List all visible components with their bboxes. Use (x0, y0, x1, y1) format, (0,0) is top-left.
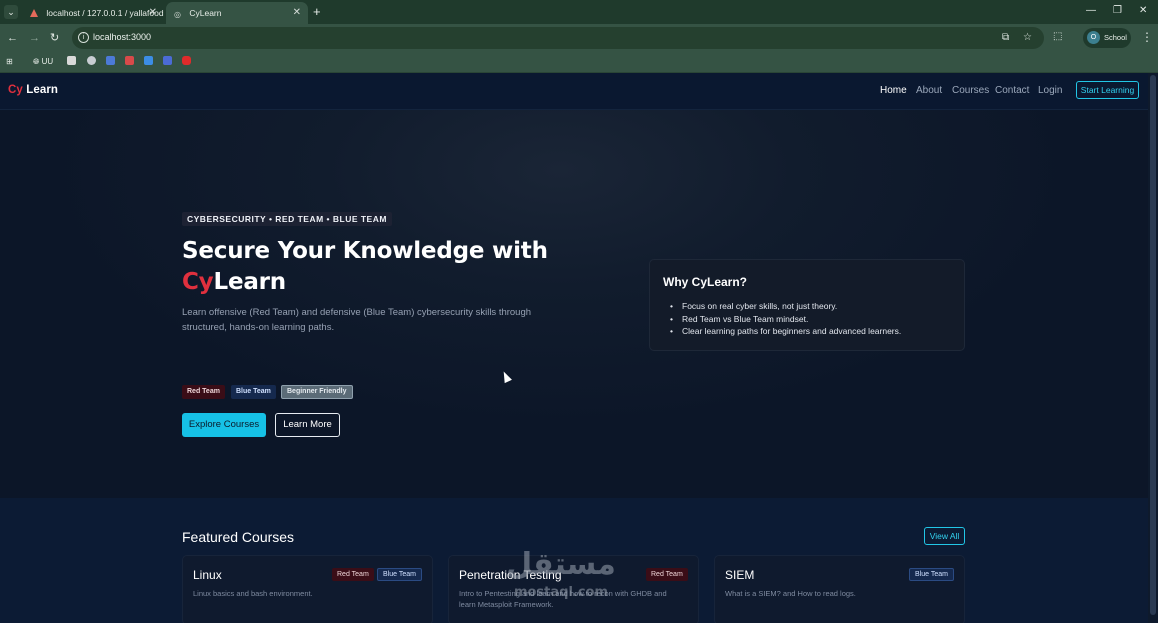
why-card-title: Why CyLearn? (663, 275, 748, 289)
hero-kicker: CYBERSECURITY • RED TEAM • BLUE TEAM (182, 212, 392, 226)
course-title: Linux (193, 568, 222, 582)
red-team-pill: Red Team (182, 385, 225, 399)
browser-menu-icon[interactable]: ⋮ (1141, 30, 1153, 44)
restore-icon[interactable]: ❐ (1113, 5, 1122, 16)
blue-team-tag: Blue Team (377, 568, 422, 581)
course-description: What is a SIEM? and How to read logs. (725, 589, 856, 598)
minimize-icon[interactable]: — (1086, 5, 1096, 16)
course-card-linux[interactable]: Linux Red Team Blue Team Linux basics an… (182, 555, 433, 623)
tab-title: localhost / 127.0.0.1 / yallafood (46, 8, 164, 18)
nav-courses[interactable]: Courses (952, 85, 989, 96)
why-point: Clear learning paths for beginners and a… (670, 325, 960, 338)
page-scrollbar[interactable] (1148, 73, 1158, 623)
bookmark-uu[interactable]: 🌐︎ UU (33, 56, 53, 68)
svg-text:mostaql.com: mostaql.com (514, 585, 608, 600)
explore-courses-button[interactable]: Explore Courses (182, 413, 266, 437)
browser-tab-cylearn[interactable]: ◎ CyLearn ✕ (166, 2, 308, 24)
bookmark-icon-6[interactable] (163, 56, 172, 68)
hero-title: Secure Your Knowledge with CyLearn (182, 236, 602, 298)
forward-icon[interactable]: → (29, 31, 40, 45)
bookmark-icon-5[interactable] (144, 56, 153, 68)
globe-icon: 🌐︎ (33, 57, 40, 66)
hero-title-learn: Learn (213, 269, 286, 295)
site-logo[interactable]: Cy Learn (8, 84, 58, 96)
image-icon (67, 56, 76, 65)
discord-icon (106, 56, 115, 65)
bookmark-icon-3[interactable] (106, 56, 115, 68)
youtube-icon (182, 56, 191, 65)
url-text[interactable]: localhost:3000 (93, 32, 151, 42)
hero-section: CYBERSECURITY • RED TEAM • BLUE TEAM Sec… (0, 110, 1148, 498)
apps-grid-icon[interactable]: ⊞ (6, 56, 13, 68)
featured-title: Featured Courses (182, 529, 295, 545)
avatar: O (1087, 31, 1100, 44)
nav-login[interactable]: Login (1038, 85, 1062, 96)
mostaql-watermark-logo: مستقل mostaql.com (506, 547, 616, 600)
red-team-tag: Red Team (646, 568, 688, 581)
hero-title-cy: Cy (182, 269, 214, 295)
bookmarks-bar: ⊞ 🌐︎ UU (0, 52, 1158, 73)
extensions-icon[interactable]: ⬚ (1053, 31, 1062, 42)
nav-home[interactable]: Home (880, 85, 907, 96)
browser-toolbar: ← → ↻ i localhost:3000 ⧉ ☆ ⬚ O School ⋮ (0, 24, 1158, 52)
learn-more-button[interactable]: Learn More (275, 413, 340, 437)
new-tab-icon[interactable]: + (313, 4, 321, 20)
nav-contact[interactable]: Contact (995, 85, 1029, 96)
view-all-button[interactable]: View All (924, 527, 965, 545)
logo-cy: Cy (8, 84, 23, 96)
course-description: Linux basics and bash environment. (193, 589, 313, 598)
profile-label: School (1104, 33, 1127, 42)
site-navbar: Cy Learn Home About Courses Contact Logi… (0, 73, 1148, 110)
blue-team-tag: Blue Team (909, 568, 954, 581)
bookmark-icon-4[interactable] (125, 56, 134, 68)
close-window-icon[interactable]: ✕ (1139, 5, 1147, 16)
tab-search-icon[interactable]: ⌄ (4, 5, 18, 19)
page-viewport: Cy Learn Home About Courses Contact Logi… (0, 73, 1158, 623)
bookmark-label: UU (41, 57, 54, 66)
tab-close-icon[interactable]: ✕ (293, 2, 301, 24)
install-app-icon[interactable]: ⧉ (1002, 32, 1009, 43)
tab-close-icon[interactable]: ✕ (149, 2, 157, 24)
why-point: Red Team vs Blue Team mindset. (670, 313, 960, 326)
why-point: Focus on real cyber skills, not just the… (670, 300, 960, 313)
blue-team-pill: Blue Team (231, 385, 276, 399)
address-bar[interactable]: i localhost:3000 ⧉ ☆ (72, 27, 1044, 49)
hero-title-line1: Secure Your Knowledge with (182, 238, 548, 264)
logo-learn: Learn (26, 84, 59, 96)
back-icon[interactable]: ← (7, 31, 18, 45)
svg-text:مستقل: مستقل (506, 547, 616, 582)
bookmark-icon-1[interactable] (67, 56, 76, 68)
why-cylearn-card: Why CyLearn? Focus on real cyber skills,… (649, 259, 965, 351)
site-info-icon[interactable]: i (78, 32, 89, 43)
nav-about[interactable]: About (916, 85, 942, 96)
tool-icon (163, 56, 172, 65)
beginner-friendly-pill: Beginner Friendly (281, 385, 353, 399)
globe-favicon-icon: ◎ (174, 10, 181, 19)
hero-subtitle: Learn offensive (Red Team) and defensive… (182, 307, 532, 333)
bookmark-icon-7[interactable] (182, 56, 191, 68)
start-learning-button[interactable]: Start Learning (1076, 81, 1139, 99)
red-team-tag: Red Team (332, 568, 374, 581)
course-card-siem[interactable]: SIEM Blue Team What is a SIEM? and How t… (714, 555, 965, 623)
profile-button[interactable]: O School (1083, 28, 1131, 48)
phpmyadmin-favicon-icon (30, 9, 38, 17)
reload-icon[interactable]: ↻ (50, 31, 59, 45)
teams-icon (144, 56, 153, 65)
gmail-icon (125, 56, 134, 65)
scrollbar-thumb[interactable] (1150, 75, 1156, 615)
bookmark-icon-2[interactable] (87, 56, 96, 68)
web-icon (87, 56, 96, 65)
course-title: SIEM (725, 568, 755, 582)
tab-title: CyLearn (189, 8, 222, 18)
browser-tab-strip: ⌄ localhost / 127.0.0.1 / yallafood ✕ ◎ … (0, 0, 1158, 24)
browser-tab-phpmyadmin[interactable]: localhost / 127.0.0.1 / yallafood ✕ (22, 2, 164, 24)
bookmark-star-icon[interactable]: ☆ (1023, 32, 1032, 43)
why-list: Focus on real cyber skills, not just the… (670, 300, 960, 338)
mouse-cursor-icon (500, 369, 512, 384)
